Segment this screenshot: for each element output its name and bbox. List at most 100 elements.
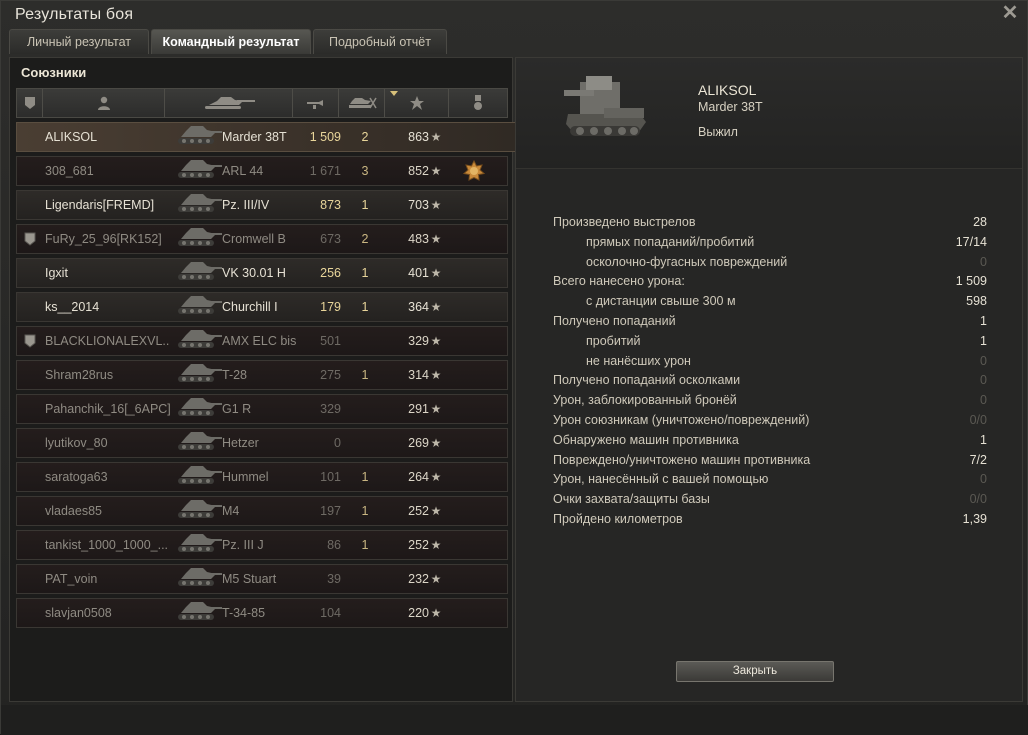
selected-tank-name: Marder 38T (698, 100, 763, 114)
kills-value: 1 (361, 266, 369, 280)
player-row[interactable]: BLACKLIONALEXVL.. AMX ELC bis 501 329 ★ (16, 326, 508, 356)
tab-personal-result[interactable]: Личный результат (9, 29, 149, 54)
xp-column-header[interactable] (385, 89, 449, 117)
xp-star-icon: ★ (430, 572, 442, 586)
xp-star-icon: ★ (430, 232, 442, 246)
tank-icon (175, 361, 223, 389)
tank-icon (175, 259, 223, 287)
tank-name: Pz. III J (222, 538, 264, 552)
tank-column-header[interactable] (165, 89, 293, 117)
player-name[interactable]: Ligendaris[FREMD] (45, 191, 181, 219)
tank-name: G1 R (222, 402, 252, 416)
tank-name: Pz. III/IV (222, 198, 270, 212)
stat-value: 0 (980, 393, 987, 408)
stat-row: Получено попаданий 1 (553, 314, 987, 334)
player-row[interactable]: saratoga63 Hummel 101 1 264 ★ (16, 462, 508, 492)
player-row[interactable]: Igxit VK 30.01 H 256 1 401 ★ (16, 258, 508, 288)
stat-label: Обнаружено машин противника (553, 432, 739, 447)
kills-value: 1 (361, 470, 369, 484)
player-row[interactable]: ks__2014 Churchill I 179 1 364 ★ (16, 292, 508, 322)
stat-value: 0 (980, 373, 987, 388)
xp-star-icon: ★ (430, 164, 442, 178)
player-name[interactable]: slavjan0508 (45, 599, 181, 627)
stat-label: Всего нанесено урона: (553, 274, 685, 289)
stat-value: 1 (980, 314, 987, 328)
xp-value: 863 (408, 130, 429, 144)
player-row[interactable]: Ligendaris[FREMD] Pz. III/IV 873 1 703 ★ (16, 190, 508, 220)
player-name[interactable]: PAT_voin (45, 565, 181, 593)
player-name[interactable]: ks__2014 (45, 293, 181, 321)
player-icon (97, 96, 110, 110)
xp-value: 703 (408, 198, 429, 212)
kills-value (351, 429, 379, 457)
stat-row: пробитий 1 (553, 334, 987, 354)
window-title: Результаты боя (15, 6, 134, 23)
tank-icon (175, 123, 223, 151)
clan-icon (24, 232, 36, 246)
player-name[interactable]: ALIKSOL (45, 123, 181, 151)
tank-name: M4 (222, 504, 240, 518)
stat-value: 0 (980, 254, 987, 269)
xp-value: 483 (408, 232, 429, 246)
tank-name: VK 30.01 H (222, 266, 286, 280)
tank-icon (175, 327, 223, 355)
tank-name: Hetzer (222, 436, 259, 450)
player-row[interactable]: Pahanchik_16[_6APC] G1 R 329 291 ★ (16, 394, 508, 424)
xp-value: 291 (408, 402, 429, 416)
kills-value (351, 565, 379, 593)
close-icon[interactable]: ✕ (1001, 3, 1019, 23)
damage-value: 101 (320, 470, 341, 484)
damage-value: 197 (320, 504, 341, 518)
player-row[interactable]: vladaes85 M4 197 1 252 ★ (16, 496, 508, 526)
kills-value (351, 327, 379, 355)
player-name[interactable]: BLACKLIONALEXVL.. (45, 327, 181, 355)
player-name[interactable]: FuRy_25_96[RK152] (45, 225, 181, 253)
medal-icon[interactable] (463, 160, 485, 182)
kills-column-header[interactable] (339, 89, 385, 117)
player-name[interactable]: 308_681 (45, 157, 181, 185)
team-label: Союзники (21, 65, 87, 80)
kills-value: 1 (361, 368, 369, 382)
kills-value: 1 (361, 300, 369, 314)
player-name[interactable]: vladaes85 (45, 497, 181, 525)
tank-name: T-28 (222, 368, 248, 382)
player-name[interactable]: lyutikov_80 (45, 429, 181, 457)
stat-row: Получено попаданий осколками 0 (553, 373, 987, 393)
stat-row: осколочно-фугасных повреждений 0 (553, 255, 987, 275)
player-row[interactable]: Shram28rus T-28 275 1 314 ★ (16, 360, 508, 390)
medal-column-header[interactable] (449, 89, 507, 117)
player-row[interactable]: 308_681 ARL 44 1 671 3 852 ★ (16, 156, 508, 186)
stat-label: Произведено выстрелов (553, 215, 696, 229)
xp-value: 401 (408, 266, 429, 280)
player-name[interactable]: Shram28rus (45, 361, 181, 389)
stat-row: Всего нанесено урона: 1 509 (553, 274, 987, 294)
player-column-header[interactable] (43, 89, 165, 117)
tank-name: Churchill I (222, 300, 278, 314)
player-name[interactable]: Pahanchik_16[_6APC] (45, 395, 181, 423)
stat-value: 17/14 (955, 234, 987, 249)
xp-value: 252 (408, 504, 429, 518)
damage-value: 329 (320, 402, 341, 416)
stat-label: Получено попаданий осколками (553, 373, 741, 388)
tab-team-result[interactable]: Командный результат (151, 29, 311, 54)
close-button[interactable]: Закрыть (676, 661, 834, 682)
clan-column-header[interactable] (17, 89, 43, 117)
stat-label: с дистанции свыше 300 м (586, 294, 736, 309)
player-row[interactable]: ALIKSOL Marder 38T 1 509 2 863 ★ (16, 122, 516, 152)
damage-value: 179 (320, 300, 341, 314)
stat-row: Пройдено километров 1,39 (553, 512, 987, 532)
player-name[interactable]: Igxit (45, 259, 181, 287)
player-row[interactable]: slavjan0508 T-34-85 104 220 ★ (16, 598, 508, 628)
player-row[interactable]: PAT_voin M5 Stuart 39 232 ★ (16, 564, 508, 594)
damage-column-header[interactable] (293, 89, 339, 117)
tank-name: T-34-85 (222, 606, 266, 620)
player-row[interactable]: tankist_1000_1000_... Pz. III J 86 1 252 ★ (16, 530, 508, 560)
team-panel: Союзники ALIKSOL Marder 38T 1 509 2 863 … (9, 57, 516, 702)
stat-row: Обнаружено машин противника 1 (553, 433, 987, 453)
player-name[interactable]: tankist_1000_1000_... (45, 531, 181, 559)
tab-detailed-report[interactable]: Подробный отчёт (313, 29, 447, 54)
stat-row: Урон, нанесённый с вашей помощью 0 (553, 472, 987, 492)
player-name[interactable]: saratoga63 (45, 463, 181, 491)
player-row[interactable]: FuRy_25_96[RK152] Cromwell B 673 2 483 ★ (16, 224, 508, 254)
player-row[interactable]: lyutikov_80 Hetzer 0 269 ★ (16, 428, 508, 458)
